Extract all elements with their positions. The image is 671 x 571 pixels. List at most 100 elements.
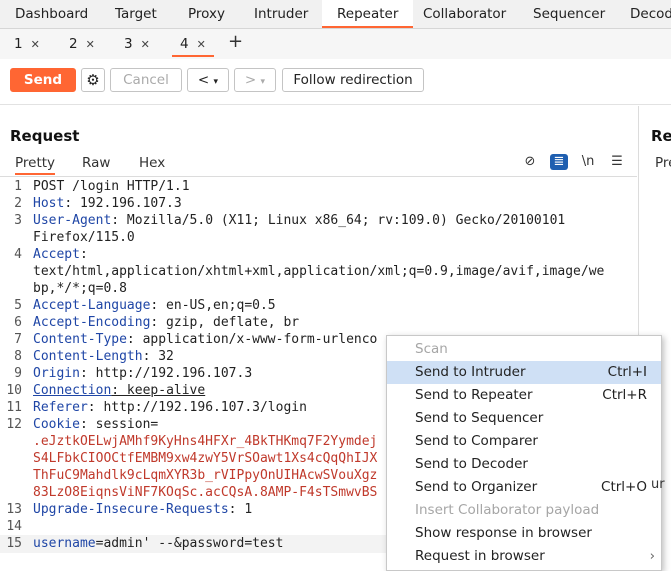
header-value: : Mozilla/5.0 (X11; Linux x86_64; rv:109… [111, 213, 566, 228]
request-title: Request [10, 127, 80, 145]
tab-proxy[interactable]: Proxy [188, 0, 225, 28]
menu-item-send-to-repeater[interactable]: Send to Repeater Ctrl+R [387, 384, 661, 407]
menu-item-label: Send to Repeater [415, 387, 533, 403]
close-icon[interactable]: ✕ [141, 38, 150, 51]
repeater-tab-label: 3 [124, 36, 133, 52]
header-key: Cookie [33, 417, 80, 432]
line-number: 12 [6, 417, 22, 432]
header-key: Origin [33, 366, 80, 381]
repeater-tabs: 1 ✕ 2 ✕ 3 ✕ 4 ✕ [0, 29, 671, 59]
newline-icon[interactable]: \n [579, 154, 597, 170]
back-button[interactable]: < ▾ [187, 68, 229, 92]
back-arrow-icon: < [197, 72, 210, 88]
line-number: 11 [6, 400, 22, 415]
send-button[interactable]: Send [10, 68, 76, 92]
header-key: Host [33, 196, 65, 211]
menu-item-send-to-comparer[interactable]: Send to Comparer [387, 430, 661, 453]
response-tab-pretty[interactable]: Pre [655, 155, 671, 171]
close-icon[interactable]: ✕ [31, 38, 40, 51]
header-value: : http://192.196.107.3 [79, 366, 253, 381]
code-line: Accept-Language: en-US,en;q=0.5 [33, 298, 276, 313]
tab-sequencer[interactable]: Sequencer [533, 0, 605, 28]
header-value: : keep-alive [111, 383, 206, 398]
header-key: Accept [33, 247, 80, 262]
toolbar-divider [0, 104, 671, 105]
menu-item-shortcut: Ctrl+I [607, 364, 647, 380]
header-value: : 32 [142, 349, 174, 364]
header-key: Content-Length [33, 349, 143, 364]
line-number: 2 [14, 196, 22, 211]
menu-item-send-to-intruder[interactable]: Send to Intruder Ctrl+I [387, 361, 661, 384]
header-key: Referer [33, 400, 88, 415]
cancel-button[interactable]: Cancel [110, 68, 182, 92]
code-line: 83LzO8EiqnsViNF7KOqSc.acCQsA.8AMP-F4sTSm… [33, 485, 377, 500]
header-value: Firefox/115.0 [33, 230, 135, 245]
header-value: 83LzO8EiqnsViNF7KOqSc.acCQsA.8AMP-F4sTSm… [33, 485, 378, 500]
tab-hex[interactable]: Hex [139, 155, 165, 171]
header-key: username [33, 536, 96, 551]
tab-collaborator[interactable]: Collaborator [423, 0, 506, 28]
hide-nonprintable-icon[interactable]: ⊘ [521, 154, 539, 170]
tab-decoder[interactable]: Decod [630, 0, 671, 28]
menu-item-label: Send to Organizer [415, 479, 538, 495]
menu-item-label: Scan [415, 341, 448, 357]
header-value: : session= [79, 417, 159, 432]
code-line: Upgrade-Insecure-Requests: 1 [33, 502, 252, 517]
follow-redirection-button[interactable]: Follow redirection [282, 68, 424, 92]
menu-icon[interactable]: ☰ [608, 154, 626, 170]
menu-item-send-to-organizer[interactable]: Send to Organizer Ctrl+O [387, 476, 661, 499]
wrap-lines-icon[interactable]: ≣ [550, 154, 568, 170]
tab-repeater[interactable]: Repeater [322, 0, 414, 28]
tab-dashboard[interactable]: Dashboard [15, 0, 88, 28]
chevron-down-icon: ▾ [213, 77, 219, 87]
settings-gear-icon[interactable]: ⚙ [81, 68, 105, 92]
line-number: 6 [14, 315, 22, 330]
repeater-tab-1[interactable]: 1 ✕ [6, 33, 48, 55]
menu-item-label: Send to Intruder [415, 364, 526, 380]
tab-target[interactable]: Target [115, 0, 157, 28]
line-number: 13 [6, 502, 22, 517]
menu-item-label: Send to Decoder [415, 456, 528, 472]
header-value: POST /login HTTP/1.1 [33, 179, 190, 194]
menu-item-request-in-browser[interactable]: Request in browser › [387, 545, 661, 568]
menu-item-label: Insert Collaborator payload [415, 502, 600, 518]
code-line: User-Agent: Mozilla/5.0 (X11; Linux x86_… [33, 213, 565, 228]
line-number: 4 [14, 247, 22, 262]
forward-button[interactable]: > ▾ [234, 68, 276, 92]
line-number: 3 [14, 213, 22, 228]
code-line: Connection: keep-alive [33, 383, 205, 398]
line-number: 15 [6, 536, 22, 551]
line-number: 9 [14, 366, 22, 381]
close-icon[interactable]: ✕ [86, 38, 95, 51]
tab-intruder[interactable]: Intruder [254, 0, 308, 28]
code-line: S4LFbkCIOOCtfEMBM9xw4zwY5VrSOawt1Xs4cQqQ… [33, 451, 377, 466]
menu-item-scan: Scan [387, 338, 661, 361]
chevron-down-icon: ▾ [260, 77, 266, 87]
code-line: POST /login HTTP/1.1 [33, 179, 190, 194]
repeater-tab-3[interactable]: 3 ✕ [116, 33, 158, 55]
header-value: .eJztkOELwjAMhf9KyHns4HFXr_4BkTHKmq7F2Yy… [33, 434, 378, 449]
header-value: : gzip, deflate, br [150, 315, 300, 330]
code-line: Origin: http://192.196.107.3 [33, 366, 252, 381]
repeater-tab-2[interactable]: 2 ✕ [61, 33, 103, 55]
menu-item-label: Show response in browser [415, 525, 592, 541]
header-key: Content-Type [33, 332, 127, 347]
repeater-tab-label: 2 [69, 36, 78, 52]
menu-item-send-to-sequencer[interactable]: Send to Sequencer [387, 407, 661, 430]
menu-item-label: Send to Comparer [415, 433, 538, 449]
header-value: : http://192.196.107.3/login [87, 400, 307, 415]
header-key: Connection [33, 383, 112, 398]
code-line: Accept: [33, 247, 88, 262]
close-icon[interactable]: ✕ [197, 38, 206, 51]
tab-raw[interactable]: Raw [82, 155, 110, 171]
menu-item-send-to-decoder[interactable]: Send to Decoder [387, 453, 661, 476]
header-value: : en-US,en;q=0.5 [150, 298, 276, 313]
toolbar: Send ⚙ Cancel < ▾ > ▾ Follow redirection [0, 60, 671, 102]
add-tab-icon[interactable]: + [228, 31, 243, 52]
tab-pretty[interactable]: Pretty [15, 155, 56, 175]
header-value: : [79, 247, 88, 262]
code-line: Host: 192.196.107.3 [33, 196, 182, 211]
line-number: 14 [6, 519, 22, 534]
menu-item-show-response-in-browser[interactable]: Show response in browser [387, 522, 661, 545]
repeater-tab-4[interactable]: 4 ✕ [172, 33, 214, 57]
